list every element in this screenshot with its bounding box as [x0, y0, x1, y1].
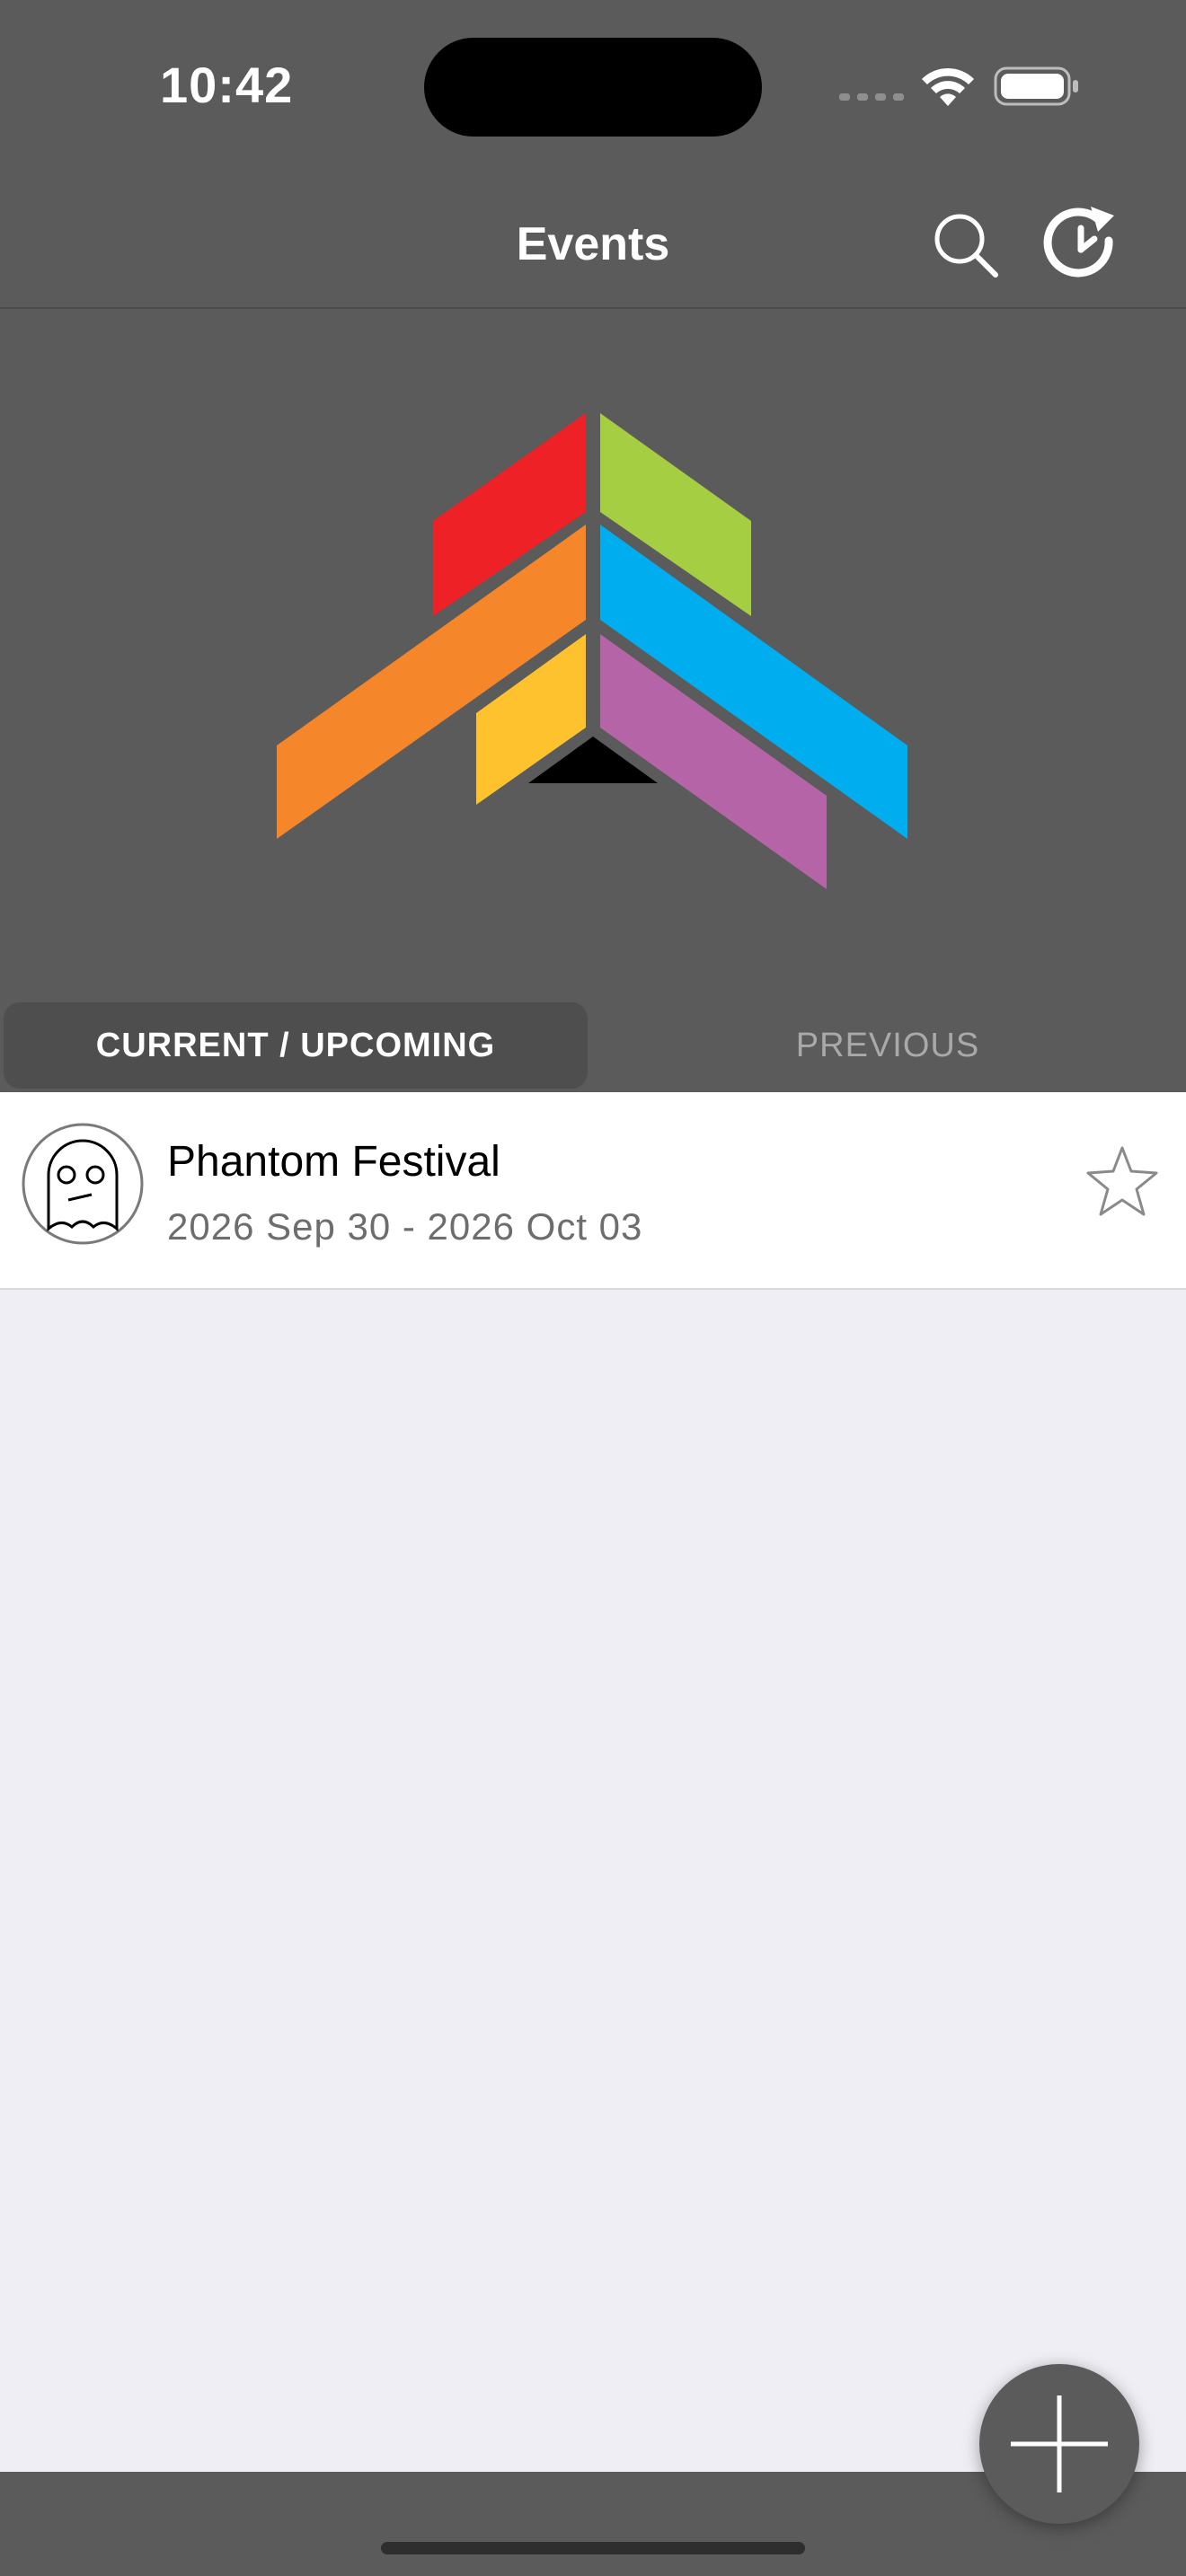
event-list: Phantom Festival 2026 Sep 30 - 2026 Oct …: [0, 1092, 1186, 1290]
tab-current-upcoming[interactable]: CURRENT / UPCOMING: [4, 1002, 588, 1089]
star-outline-icon: [1086, 1146, 1158, 1216]
event-avatar: [22, 1123, 144, 1249]
event-dates: 2026 Sep 30 - 2026 Oct 03: [167, 1205, 643, 1248]
ghost-icon: [22, 1123, 144, 1245]
favorite-button[interactable]: [1084, 1142, 1161, 1220]
header-banner: [0, 309, 1186, 997]
events-screen: 10:42 Events CURRENT / UPCOMING PREVIOUS…: [0, 0, 1186, 2576]
page-title: Events: [516, 218, 670, 270]
navigation-bar: Events: [0, 180, 1186, 309]
status-time: 10:42: [160, 57, 294, 113]
dynamic-island: [424, 38, 762, 137]
add-event-button[interactable]: [979, 2364, 1139, 2524]
event-name: Phantom Festival: [167, 1138, 500, 1186]
event-row[interactable]: Phantom Festival 2026 Sep 30 - 2026 Oct …: [0, 1092, 1186, 1290]
app-logo-icon: [277, 413, 907, 889]
wifi-icon: [922, 67, 974, 106]
cellular-signal-icon: [839, 93, 904, 101]
plus-icon: [1011, 2395, 1108, 2492]
search-button[interactable]: [931, 210, 1003, 282]
tab-previous[interactable]: PREVIOUS: [593, 1002, 1182, 1089]
battery-icon: [994, 66, 1078, 106]
segmented-tab-bar: CURRENT / UPCOMING PREVIOUS: [0, 997, 1186, 1092]
status-bar: 10:42: [0, 0, 1186, 180]
refresh-button[interactable]: [1042, 205, 1123, 286]
search-icon: [934, 214, 998, 278]
refresh-clock-icon: [1043, 207, 1114, 278]
home-indicator[interactable]: [381, 2542, 805, 2554]
